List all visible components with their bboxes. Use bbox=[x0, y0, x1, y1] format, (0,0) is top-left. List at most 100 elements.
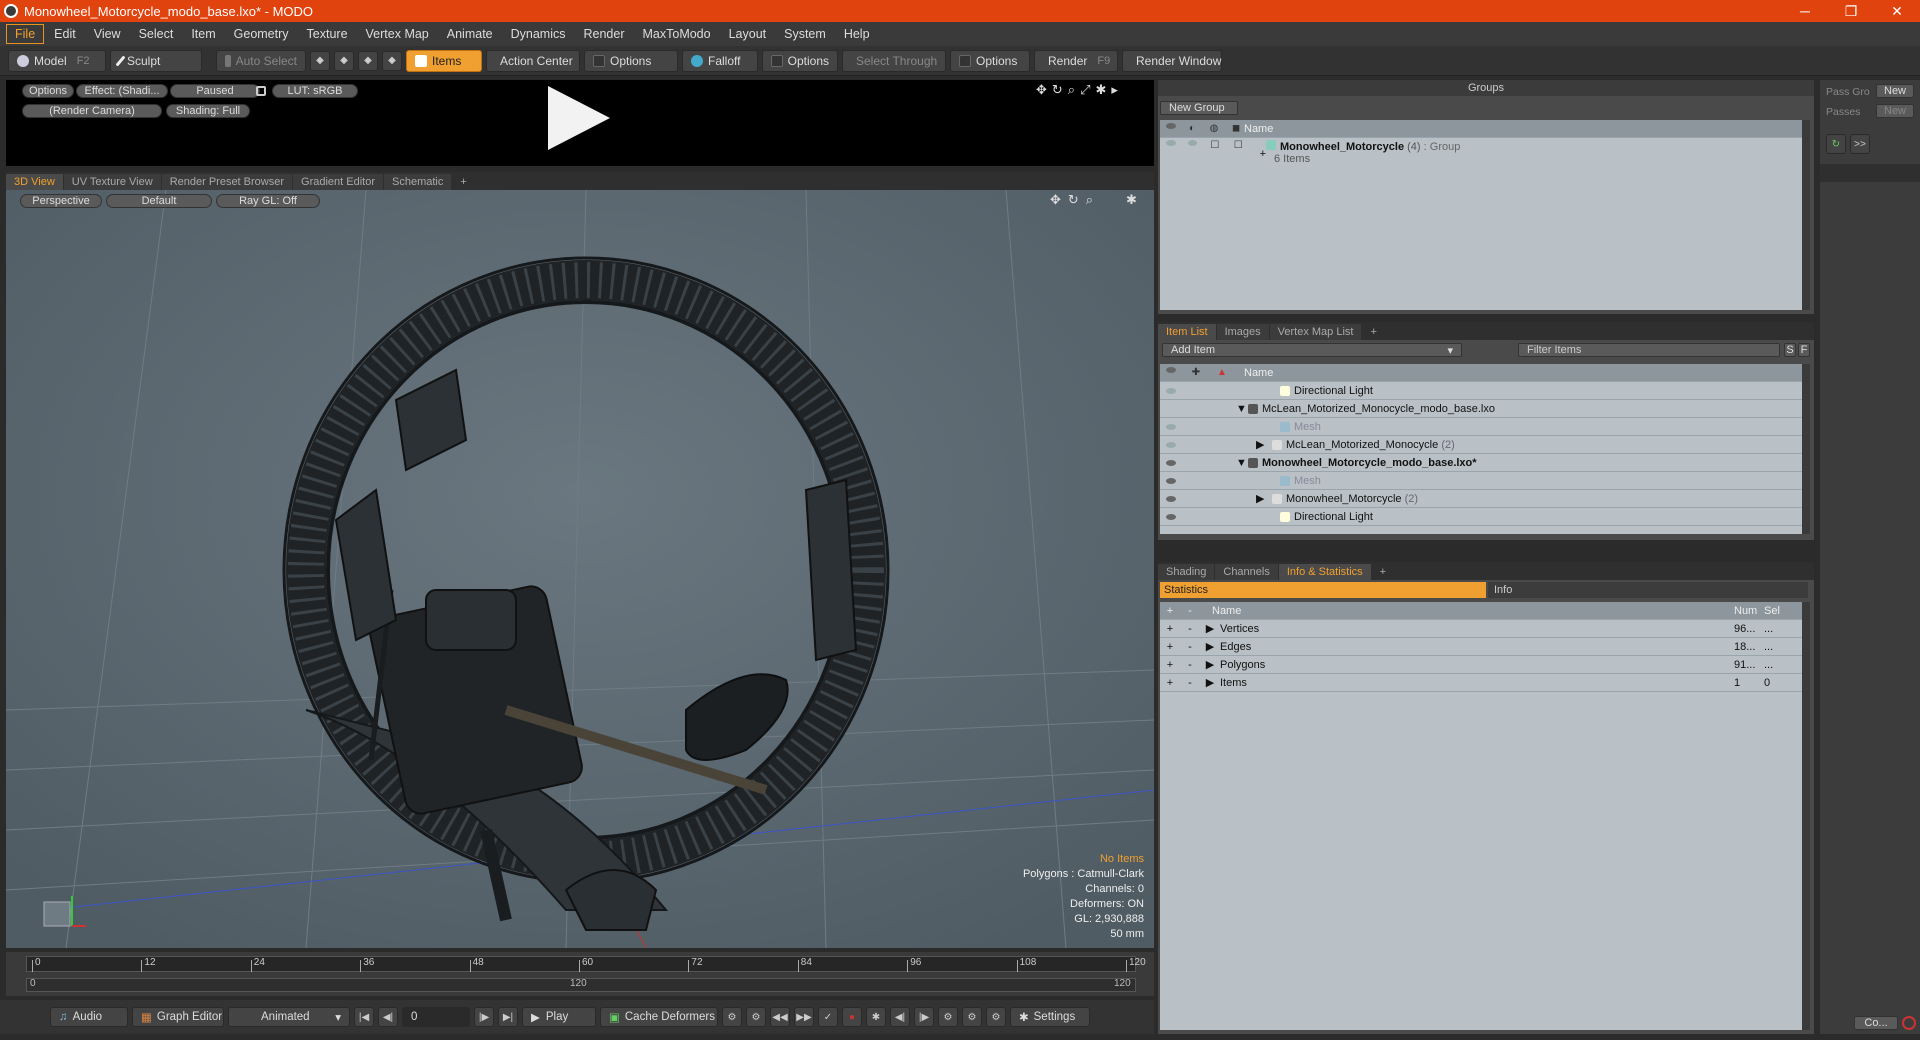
frame-input[interactable]: 0 bbox=[402, 1007, 470, 1027]
animated-dropdown[interactable]: Animated ▾ bbox=[228, 1007, 350, 1027]
new-pass-button[interactable]: New bbox=[1876, 104, 1914, 118]
item-row-scene-mclean[interactable]: ▼ McLean_Motorized_Monocycle_modo_base.lx… bbox=[1160, 400, 1802, 418]
more-button[interactable]: >> bbox=[1850, 134, 1870, 154]
edges-mode-icon[interactable]: ◆ bbox=[334, 50, 354, 71]
menu-layout[interactable]: Layout bbox=[721, 25, 775, 43]
lock-icon[interactable] bbox=[256, 86, 266, 96]
item-row-directional-light[interactable]: Directional Light bbox=[1160, 382, 1802, 400]
stats-row-vertices[interactable]: + - ▶ Vertices 96... ... bbox=[1160, 620, 1802, 638]
auto-key-icon[interactable]: ✓ bbox=[818, 1007, 838, 1027]
viewport-settings-icon[interactable]: ✱ bbox=[1126, 192, 1137, 208]
add-item-dropdown[interactable]: Add Item ▾ bbox=[1162, 343, 1462, 357]
default-shading-dropdown[interactable]: Default bbox=[106, 194, 212, 208]
timeline[interactable]: 0 12 24 36 48 60 72 84 96 108 120 0 120 120 bbox=[6, 952, 1154, 996]
key-all-icon[interactable]: ⚙ bbox=[746, 1007, 766, 1027]
expand-icon[interactable]: + bbox=[1244, 148, 1266, 160]
action-center-options-button[interactable]: Options bbox=[584, 49, 678, 72]
menu-file[interactable]: File bbox=[6, 24, 45, 44]
stats-row-items[interactable]: + - ▶ Items 1 0 bbox=[1160, 674, 1802, 692]
menu-system[interactable]: System bbox=[776, 25, 834, 43]
remove-selection-button[interactable]: - bbox=[1180, 677, 1200, 689]
perspective-dropdown[interactable]: Perspective bbox=[20, 194, 102, 208]
sculpt-mode-button[interactable]: Sculpt bbox=[110, 49, 202, 72]
item-row-scene-monowheel[interactable]: ▼ Monowheel_Motorcycle_modo_base.lxo* bbox=[1160, 454, 1802, 472]
materials-mode-icon[interactable]: ◆ bbox=[382, 50, 402, 71]
prev-key-icon[interactable]: ◀◀ bbox=[770, 1007, 790, 1027]
menu-dynamics[interactable]: Dynamics bbox=[503, 25, 574, 43]
expand-icon[interactable]: ▶ bbox=[1200, 658, 1220, 671]
key-icon[interactable]: ⚙ bbox=[722, 1007, 742, 1027]
menu-edit[interactable]: Edit bbox=[46, 25, 84, 43]
lut-dropdown[interactable]: LUT: sRGB bbox=[272, 84, 358, 98]
minimize-button[interactable]: ─ bbox=[1782, 0, 1828, 22]
visibility-icon[interactable] bbox=[1166, 423, 1176, 430]
options-icon[interactable]: ⚙ bbox=[986, 1007, 1006, 1027]
tab-render-preset-browser[interactable]: Render Preset Browser bbox=[161, 174, 293, 190]
filter-items-input[interactable]: Filter Items bbox=[1518, 343, 1780, 357]
step-back-icon[interactable]: ◀| bbox=[378, 1007, 398, 1027]
preview-effect-dropdown[interactable]: Effect: (Shadi... bbox=[76, 84, 168, 98]
statistics-tab[interactable]: Statistics bbox=[1160, 582, 1486, 598]
falloff-options-button[interactable]: Options bbox=[762, 49, 838, 72]
next-frame-icon[interactable]: |▶ bbox=[914, 1007, 934, 1027]
visibility-icon[interactable] bbox=[1166, 459, 1176, 466]
filter-f-button[interactable]: F bbox=[1798, 343, 1810, 357]
menu-render[interactable]: Render bbox=[576, 25, 633, 43]
falloff-button[interactable]: Falloff bbox=[682, 49, 758, 72]
record-icon[interactable]: ● bbox=[842, 1007, 862, 1027]
tab-images[interactable]: Images bbox=[1216, 324, 1269, 340]
lock-checkbox-icon[interactable]: ☐ bbox=[1209, 140, 1220, 151]
render-icon[interactable] bbox=[1187, 140, 1198, 146]
tab-schematic[interactable]: Schematic bbox=[384, 174, 452, 190]
item-row-monowheel-group[interactable]: ▶ Monowheel_Motorcycle (2) bbox=[1160, 490, 1802, 508]
item-row-mesh[interactable]: Mesh bbox=[1160, 472, 1802, 490]
menu-help[interactable]: Help bbox=[836, 25, 878, 43]
audio-button[interactable]: ♫ Audio bbox=[50, 1007, 128, 1027]
viewport-3d[interactable]: Perspective Default Ray GL: Off ✥↻⌕ ✱ No… bbox=[6, 190, 1154, 948]
raygl-dropdown[interactable]: Ray GL: Off bbox=[216, 194, 320, 208]
render-button[interactable]: Render F9 bbox=[1034, 49, 1118, 72]
link-icon[interactable]: ⚙ bbox=[938, 1007, 958, 1027]
preview-options-button[interactable]: Options bbox=[22, 84, 74, 98]
collapse-all-button[interactable]: - bbox=[1180, 605, 1200, 617]
preview-shading-dropdown[interactable]: Shading: Full bbox=[166, 104, 250, 118]
tab-shading[interactable]: Shading bbox=[1158, 564, 1215, 580]
add-tab-button[interactable]: + bbox=[1362, 324, 1384, 340]
visibility-icon[interactable] bbox=[1166, 441, 1176, 448]
key-filter-icon[interactable]: ✱ bbox=[866, 1007, 886, 1027]
add-selection-button[interactable]: + bbox=[1160, 641, 1180, 653]
menu-select[interactable]: Select bbox=[131, 25, 182, 43]
stats-row-edges[interactable]: + - ▶ Edges 18... ... bbox=[1160, 638, 1802, 656]
polygons-mode-icon[interactable]: ◆ bbox=[358, 50, 378, 71]
tab-channels[interactable]: Channels bbox=[1215, 564, 1278, 580]
tab-info-statistics[interactable]: Info & Statistics bbox=[1278, 564, 1371, 580]
play-preview-icon[interactable] bbox=[548, 86, 610, 150]
visibility-icon[interactable] bbox=[1166, 140, 1176, 146]
remove-selection-button[interactable]: - bbox=[1180, 659, 1200, 671]
co-button[interactable]: Co... bbox=[1854, 1016, 1898, 1030]
auto-select-button[interactable]: Auto Select bbox=[216, 49, 306, 72]
visibility-icon[interactable] bbox=[1166, 477, 1176, 484]
items-mode-button[interactable]: Items bbox=[406, 49, 482, 72]
visibility-icon[interactable] bbox=[1166, 513, 1176, 520]
select-through-button[interactable]: Select Through bbox=[842, 49, 946, 72]
tab-3d-view[interactable]: 3D View bbox=[6, 174, 63, 190]
maximize-button[interactable]: ❐ bbox=[1828, 0, 1874, 22]
close-button[interactable]: ✕ bbox=[1874, 0, 1920, 22]
tab-uv-texture-view[interactable]: UV Texture View bbox=[63, 174, 161, 190]
tab-item-list[interactable]: Item List bbox=[1158, 324, 1216, 340]
preview-camera-dropdown[interactable]: (Render Camera) bbox=[22, 104, 162, 118]
remove-selection-button[interactable]: - bbox=[1180, 623, 1200, 635]
viewport-nav-icons[interactable]: ✥↻⌕ bbox=[1050, 192, 1100, 208]
collapse-icon[interactable]: ▼ bbox=[1236, 457, 1248, 469]
group-row[interactable]: ☐ ☐ + Monowheel_Motorcycle (4) : Group 6 … bbox=[1160, 138, 1802, 168]
remove-selection-button[interactable]: - bbox=[1180, 641, 1200, 653]
statistics-scrollbar[interactable] bbox=[1802, 602, 1810, 1030]
item-list-scrollbar[interactable] bbox=[1802, 364, 1810, 534]
menu-view[interactable]: View bbox=[86, 25, 129, 43]
add-selection-button[interactable]: + bbox=[1160, 677, 1180, 689]
preview-nav-icons[interactable]: ✥↻⌕⤢✱▸ bbox=[1036, 82, 1123, 98]
tab-gradient-editor[interactable]: Gradient Editor bbox=[293, 174, 383, 190]
step-forward-icon[interactable]: |▶ bbox=[474, 1007, 494, 1027]
skip-end-icon[interactable]: ▶| bbox=[498, 1007, 518, 1027]
